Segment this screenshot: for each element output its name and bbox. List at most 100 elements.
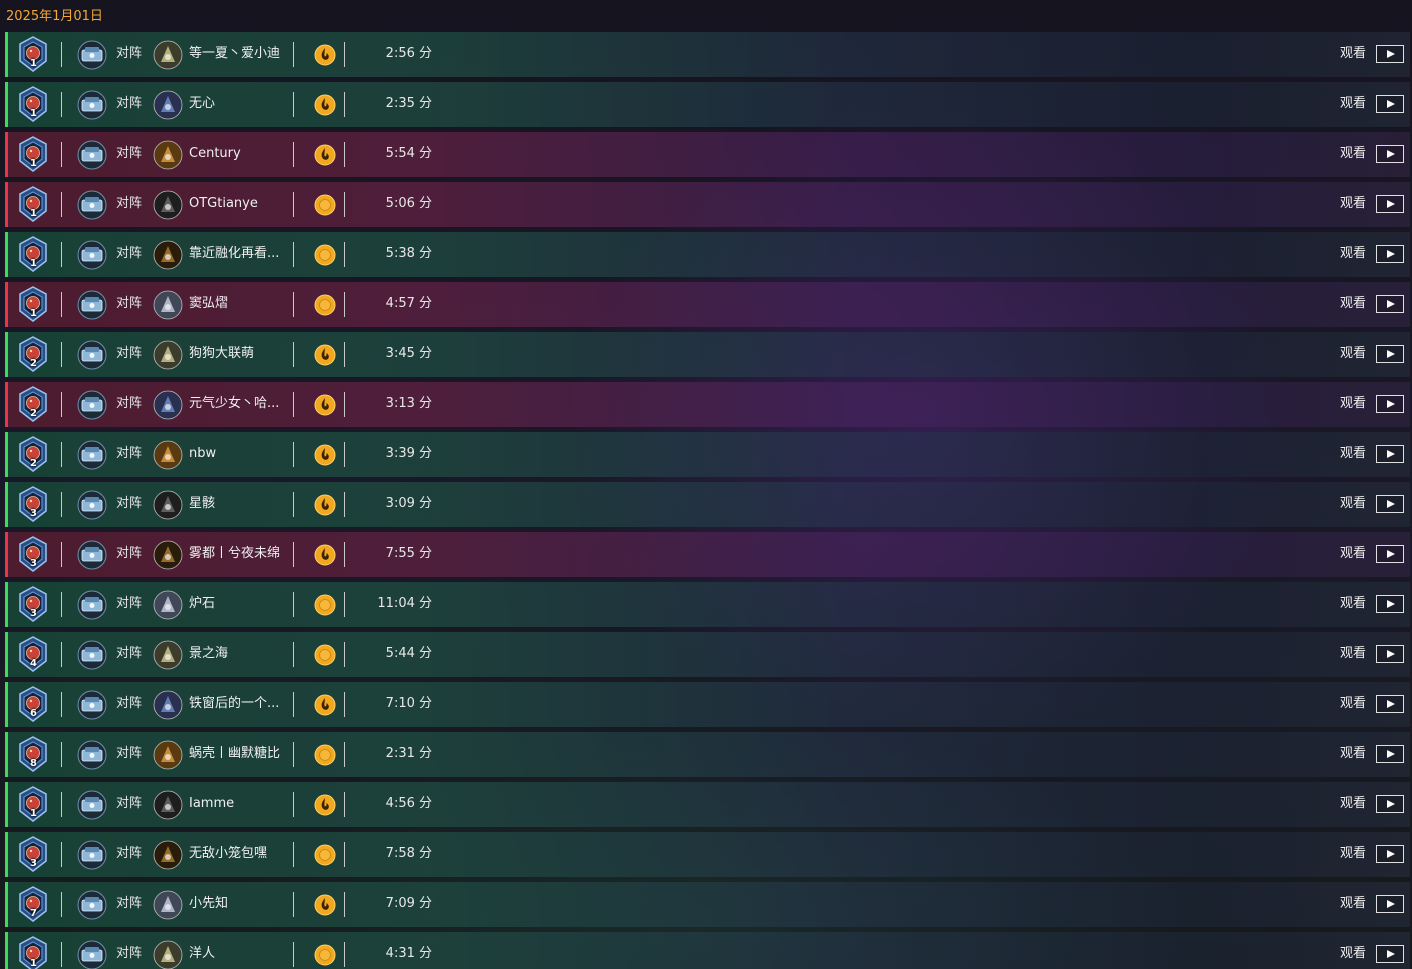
rank-medal-icon: 1 <box>17 786 49 823</box>
play-replay-button[interactable] <box>1376 895 1404 913</box>
play-replay-button[interactable] <box>1376 295 1404 313</box>
play-replay-button[interactable] <box>1376 345 1404 363</box>
match-row[interactable]: 3 对阵 炉石 11:04 分 观看 <box>5 582 1410 627</box>
column-divider <box>61 492 62 517</box>
watch-link[interactable]: 观看 <box>1340 545 1366 563</box>
coin-flame-icon <box>314 94 336 116</box>
watch-link[interactable]: 观看 <box>1340 845 1366 863</box>
rank-number: 2 <box>30 408 37 419</box>
play-replay-button[interactable] <box>1376 395 1404 413</box>
deck-class-icon <box>77 690 107 720</box>
watch-link[interactable]: 观看 <box>1340 445 1366 463</box>
play-replay-button[interactable] <box>1376 545 1404 563</box>
play-replay-button[interactable] <box>1376 795 1404 813</box>
opponent-name: nbw <box>189 446 217 461</box>
match-row[interactable]: 3 对阵 无敌小笼包嘿 7:58 分 观看 <box>5 832 1410 877</box>
watch-link[interactable]: 观看 <box>1340 195 1366 213</box>
opponent-class-icon <box>153 840 183 870</box>
column-divider <box>61 842 62 867</box>
rank-number: 3 <box>30 858 37 869</box>
column-divider <box>344 942 345 967</box>
match-duration: 5:38 分 <box>385 246 432 261</box>
rank-number: 7 <box>30 908 37 919</box>
opponent-class-icon <box>153 290 183 320</box>
play-icon <box>1387 50 1395 58</box>
watch-link[interactable]: 观看 <box>1340 695 1366 713</box>
watch-link[interactable]: 观看 <box>1340 745 1366 763</box>
play-replay-button[interactable] <box>1376 945 1404 963</box>
mode-label: 对阵 <box>116 296 143 311</box>
match-row[interactable]: 8 对阵 蜗壳丨幽默糖比 2:31 分 观看 <box>5 732 1410 777</box>
watch-link[interactable]: 观看 <box>1340 345 1366 363</box>
opponent-name: 元气少女丶哈... <box>189 396 280 411</box>
match-row[interactable]: 1 对阵 Iamme 4:56 分 观看 <box>5 782 1410 827</box>
opponent-class-icon <box>153 240 183 270</box>
match-row[interactable]: 3 对阵 雾都丨兮夜未绵 7:55 分 观看 <box>5 532 1410 577</box>
match-duration: 5:06 分 <box>385 196 432 211</box>
watch-link[interactable]: 观看 <box>1340 795 1366 813</box>
column-divider <box>344 892 345 917</box>
deck-class-icon <box>77 740 107 770</box>
rank-number: 3 <box>30 558 37 569</box>
rank-number: 8 <box>30 758 37 769</box>
play-replay-button[interactable] <box>1376 145 1404 163</box>
play-replay-button[interactable] <box>1376 245 1404 263</box>
watch-link[interactable]: 观看 <box>1340 45 1366 63</box>
watch-link[interactable]: 观看 <box>1340 245 1366 263</box>
watch-link[interactable]: 观看 <box>1340 295 1366 313</box>
play-replay-button[interactable] <box>1376 495 1404 513</box>
match-duration: 7:10 分 <box>385 696 432 711</box>
watch-link[interactable]: 观看 <box>1340 895 1366 913</box>
watch-link[interactable]: 观看 <box>1340 95 1366 113</box>
play-replay-button[interactable] <box>1376 595 1404 613</box>
match-row[interactable]: 2 对阵 nbw 3:39 分 观看 <box>5 432 1410 477</box>
opponent-class-icon <box>153 340 183 370</box>
deck-class-icon <box>77 490 107 520</box>
opponent-class-icon <box>153 90 183 120</box>
watch-link[interactable]: 观看 <box>1340 495 1366 513</box>
match-duration: 7:09 分 <box>385 896 432 911</box>
play-replay-button[interactable] <box>1376 645 1404 663</box>
match-row[interactable]: 1 对阵 靠近融化再看... 5:38 分 观看 <box>5 232 1410 277</box>
rank-medal-icon: 7 <box>17 886 49 923</box>
watch-link[interactable]: 观看 <box>1340 145 1366 163</box>
match-row[interactable]: 2 对阵 元气少女丶哈... 3:13 分 观看 <box>5 382 1410 427</box>
play-icon <box>1387 400 1395 408</box>
rank-number: 1 <box>30 108 37 119</box>
play-replay-button[interactable] <box>1376 195 1404 213</box>
play-icon <box>1387 700 1395 708</box>
play-icon <box>1387 100 1395 108</box>
watch-link[interactable]: 观看 <box>1340 395 1366 413</box>
coin-flame-icon <box>314 344 336 366</box>
watch-link[interactable]: 观看 <box>1340 595 1366 613</box>
match-row[interactable]: 1 对阵 等一夏丶爱小迪 2:56 分 观看 <box>5 32 1410 77</box>
match-row[interactable]: 2 对阵 狗狗大联萌 3:45 分 观看 <box>5 332 1410 377</box>
opponent-class-icon <box>153 690 183 720</box>
opponent-name: Iamme <box>189 796 235 811</box>
match-row[interactable]: 1 对阵 Century 5:54 分 观看 <box>5 132 1410 177</box>
column-divider <box>61 42 62 67</box>
play-replay-button[interactable] <box>1376 45 1404 63</box>
coin-flame-icon <box>314 794 336 816</box>
column-divider <box>344 792 345 817</box>
match-row[interactable]: 1 对阵 OTGtianye 5:06 分 观看 <box>5 182 1410 227</box>
play-replay-button[interactable] <box>1376 845 1404 863</box>
rank-number: 1 <box>30 808 37 819</box>
play-replay-button[interactable] <box>1376 745 1404 763</box>
match-row[interactable]: 1 对阵 无心 2:35 分 观看 <box>5 82 1410 127</box>
match-row[interactable]: 6 对阵 铁窗后的一个... 7:10 分 观看 <box>5 682 1410 727</box>
watch-link[interactable]: 观看 <box>1340 645 1366 663</box>
column-divider <box>344 842 345 867</box>
match-row[interactable]: 3 对阵 星骸 3:09 分 观看 <box>5 482 1410 527</box>
coin-flame-icon <box>314 544 336 566</box>
watch-link[interactable]: 观看 <box>1340 945 1366 963</box>
play-replay-button[interactable] <box>1376 695 1404 713</box>
opponent-name: 靠近融化再看... <box>189 246 280 261</box>
match-row[interactable]: 7 对阵 小先知 7:09 分 观看 <box>5 882 1410 927</box>
play-replay-button[interactable] <box>1376 445 1404 463</box>
match-row[interactable]: 4 对阵 景之海 5:44 分 观看 <box>5 632 1410 677</box>
match-row[interactable]: 1 对阵 洋人 4:31 分 观看 <box>5 932 1410 969</box>
match-row[interactable]: 1 对阵 窦弘熠 4:57 分 观看 <box>5 282 1410 327</box>
opponent-class-icon <box>153 640 183 670</box>
play-replay-button[interactable] <box>1376 95 1404 113</box>
